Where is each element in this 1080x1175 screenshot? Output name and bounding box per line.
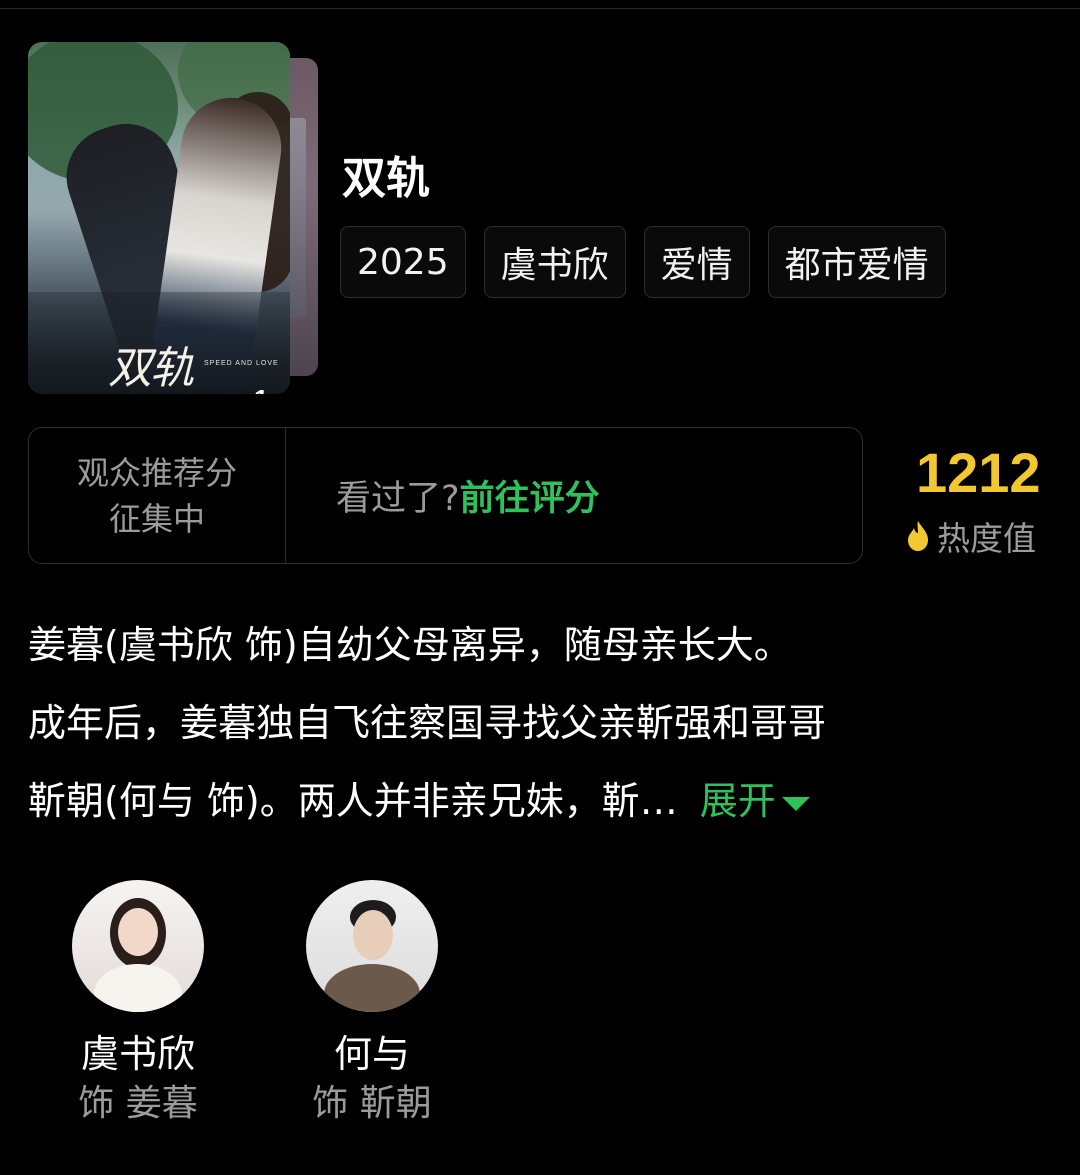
tag-year[interactable]: 2025 — [340, 226, 466, 298]
avatar-outfit — [324, 964, 420, 1012]
chevron-down-icon — [781, 796, 810, 811]
heat-value: 1212 — [916, 441, 1041, 504]
cast-member[interactable]: 何与 饰 靳朝 — [296, 880, 448, 1126]
rate-prompt[interactable]: 看过了? 前往评分 — [286, 428, 862, 563]
synopsis-line: 成年后，姜暮独自飞往察国寻找父亲靳强和哥哥 — [28, 701, 827, 745]
tag-genre[interactable]: 爱情 — [643, 226, 750, 298]
go-rate-link[interactable]: 前往评分 — [460, 470, 600, 521]
synopsis-line: 姜暮(虞书欣 饰)自幼父母离异，随母亲长大。 — [28, 623, 792, 667]
cast-name: 何与 — [333, 1032, 410, 1076]
poster-image-count: 1张 — [254, 384, 290, 394]
avatar[interactable] — [306, 880, 438, 1012]
audience-score-label: 观众推荐分 征集中 — [29, 428, 286, 563]
flame-icon — [908, 521, 928, 551]
top-divider — [0, 8, 1080, 9]
show-title: 双轨 — [342, 153, 430, 204]
cast-name: 虞书欣 — [80, 1032, 195, 1076]
expand-label: 展开 — [699, 779, 776, 823]
rate-question: 看过了? — [336, 479, 460, 519]
cast-member[interactable]: 虞书欣 饰 姜暮 — [62, 880, 214, 1126]
cast-role: 饰 姜暮 — [78, 1083, 198, 1124]
poster-image[interactable]: 双轨 SPEED AND LOVE 1张 — [28, 42, 290, 394]
rating-box: 观众推荐分 征集中 看过了? 前往评分 — [28, 427, 863, 564]
audience-score-status: 征集中 — [108, 499, 205, 538]
synopsis: 姜暮(虞书欣 饰)自幼父母离异，随母亲长大。 成年后，姜暮独自飞往察国寻找父亲靳… — [28, 606, 1058, 840]
poster-subtitle-art: SPEED AND LOVE — [204, 360, 279, 367]
tag-actor[interactable]: 虞书欣 — [483, 226, 626, 298]
synopsis-line-last: 靳朝(何与 饰)。两人并非亲兄妹，靳… 展开 — [28, 762, 1058, 840]
avatar[interactable] — [72, 880, 204, 1012]
audience-score-title: 观众推荐分 — [76, 453, 237, 492]
avatar-outfit — [94, 964, 182, 1012]
poster-title-art: 双轨 — [108, 343, 194, 394]
heat-label: 热度值 — [937, 519, 1036, 558]
tag-subgenre[interactable]: 都市爱情 — [767, 226, 946, 298]
avatar-face — [353, 910, 393, 960]
tag-list: 2025 虞书欣 爱情 都市爱情 — [340, 226, 946, 298]
cast-role: 饰 靳朝 — [312, 1083, 432, 1124]
expand-button[interactable]: 展开 — [700, 779, 810, 823]
heat-label-row: 热度值 — [905, 512, 1036, 560]
avatar-face — [118, 908, 158, 956]
synopsis-line: 靳朝(何与 饰)。两人并非亲兄妹，靳… — [28, 779, 678, 823]
